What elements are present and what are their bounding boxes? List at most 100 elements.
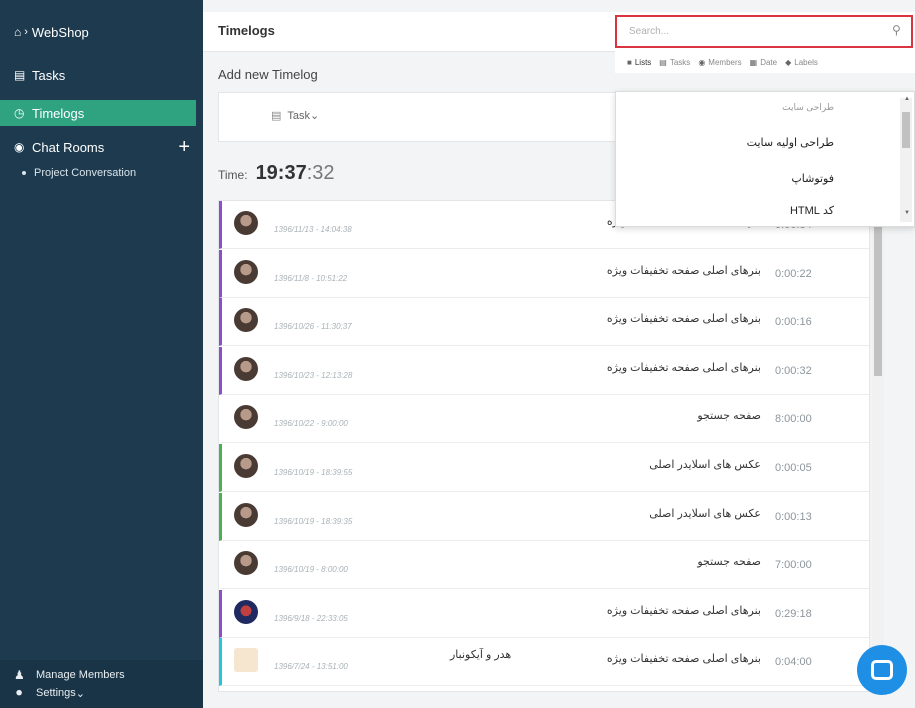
search-result-item[interactable]: کد HTML xyxy=(790,204,834,217)
search-input[interactable] xyxy=(615,15,913,48)
sidebar-item-timelogs[interactable]: ◷ Timelogs xyxy=(0,100,196,126)
project-name[interactable]: WebShop xyxy=(32,25,89,40)
table-row[interactable]: 1396/9/18 - 22:33:05 بنرهای اصلی صفحه تخف… xyxy=(219,589,869,638)
task-list-icon: ▤ xyxy=(271,110,282,122)
table-row[interactable]: 1396/7/24 - 13:51:00 هدر و آیکونبار بنرهای… xyxy=(219,638,869,687)
sidebar: ⌂ › WebShop ▤ Tasks ◷ Timelogs ◉ Chat Ro… xyxy=(0,0,203,708)
home-icon[interactable]: ⌂ xyxy=(14,25,21,39)
manage-members-label: Manage Members xyxy=(36,669,125,681)
lists-icon: ■ xyxy=(627,57,632,67)
users-icon: ♟ xyxy=(14,668,25,682)
filter-tasks[interactable]: ▤ Tasks xyxy=(659,58,690,67)
app-window: ⌂ › WebShop ▤ Tasks ◷ Timelogs ◉ Chat Ro… xyxy=(0,0,915,708)
timelog-task: صفحه جستجو xyxy=(697,410,761,423)
avatar xyxy=(234,502,258,527)
scroll-up-icon[interactable]: ▲ xyxy=(904,96,910,102)
timelog-date: 1396/9/18 - 22:33:05 xyxy=(274,613,348,623)
sidebar-item-label: Timelogs xyxy=(32,105,85,121)
sidebar-item-chat-rooms[interactable]: ◉ Chat Rooms + xyxy=(0,134,196,160)
search-result-item[interactable]: طراحی اولیه سایت xyxy=(747,136,834,149)
timelog-task: عکس های اسلایدر اصلی xyxy=(649,459,761,471)
timelog-date: 1396/10/19 - 18:39:55 xyxy=(274,468,353,477)
sidebar-subitem-project-conversation[interactable]: Project Conversation xyxy=(22,167,136,179)
settings-label: Settings xyxy=(36,687,76,699)
tag-icon: ◆ xyxy=(785,57,792,67)
scrollbar-thumb[interactable] xyxy=(874,220,882,376)
avatar xyxy=(234,648,258,673)
search-result-item[interactable]: طراحی سایت xyxy=(782,102,834,113)
table-row[interactable]: 1396/11/8 - 10:51:22 بنرهای اصلی صفحه تخف… xyxy=(219,249,869,298)
tasks-icon: ▤ xyxy=(659,57,667,67)
add-chat-room-button[interactable]: + xyxy=(178,134,190,160)
chevron-down-icon: ⌄ xyxy=(75,687,85,700)
page-title: Timelogs xyxy=(218,23,275,38)
timelog-date: 1396/11/8 - 10:51:22 xyxy=(274,273,348,283)
subitem-label: Project Conversation xyxy=(34,167,137,179)
sidebar-footer: ♟ Manage Members ⚫ Settings ⌄ xyxy=(0,660,203,708)
filter-label: Labels xyxy=(794,57,818,67)
chat-bubble-icon xyxy=(871,660,893,680)
tasks-icon: ▤ xyxy=(14,68,26,82)
chevron-down-icon: ⌄ xyxy=(310,110,320,122)
timelog-duration: 0:00:13 xyxy=(775,510,812,523)
timelog-date: 1396/10/22 - 9:00:00 xyxy=(274,419,348,429)
task-select-label: Task xyxy=(287,109,311,122)
timelog-duration: 0:04:00 xyxy=(775,656,812,669)
avatar xyxy=(234,259,258,284)
settings-menu[interactable]: ⚫ Settings ⌄ xyxy=(14,686,85,700)
dropdown-scrollbar[interactable] xyxy=(900,98,912,222)
calendar-icon: ▦ xyxy=(749,57,758,67)
avatar xyxy=(234,308,258,333)
add-timelog-title: Add new Timelog xyxy=(218,67,318,82)
breadcrumb[interactable]: ⌂ › WebShop xyxy=(0,14,203,50)
filter-lists[interactable]: ■ Lists xyxy=(627,58,651,67)
filter-date[interactable]: ▦ Date xyxy=(750,58,777,67)
task-select-dropdown[interactable]: ▤ Task ⌄ xyxy=(271,109,320,123)
table-row[interactable]: 1396/10/26 - 11:30:37 بنرهای اصلی صفحه تخ… xyxy=(219,298,869,347)
timelog-duration: 0:00:16 xyxy=(775,316,812,329)
timelog-task: بنرهای اصلی صفحه تخفیفات ویژه xyxy=(606,313,761,326)
timer-hours-minutes: 19:37 xyxy=(255,162,307,184)
avatar xyxy=(234,551,258,576)
search-icon[interactable]: ⚲ xyxy=(892,23,901,37)
table-row[interactable]: 1396/10/19 - 18:39:55 عکس های اسلایدر اصل… xyxy=(219,444,869,492)
timelog-date: 1396/7/24 - 13:51:00 xyxy=(274,662,348,672)
timelog-date: 1396/11/13 - 14:04:38 xyxy=(274,225,352,234)
timelog-duration: 0:00:05 xyxy=(775,462,812,474)
timelog-duration: 8:00:00 xyxy=(775,413,812,426)
table-row[interactable]: 1396/10/19 - 18:39:35 عکس های اسلایدر اصل… xyxy=(219,492,869,541)
table-row[interactable]: 1396/10/19 - 8:00:00 صفحه جستجو 7:00:00 xyxy=(219,541,869,590)
timelog-task: بنرهای اصلی صفحه تخفیفات ویژه xyxy=(606,361,761,374)
avatar xyxy=(234,599,258,624)
avatar xyxy=(234,211,258,235)
timelog-task: بنرهای اصلی صفحه تخفیفات ویژه xyxy=(606,264,761,277)
sidebar-item-tasks[interactable]: ▤ Tasks xyxy=(0,62,196,88)
clock-icon: ◷ xyxy=(14,106,25,120)
search-panel: ⚲ ■Lists ▤Tasks ◉Members ▦Date ◆Labels ط… xyxy=(615,15,915,227)
scroll-down-icon[interactable]: ▼ xyxy=(904,210,910,216)
search-filter-bar: ■ Lists ▤ Tasks ◉ Members ▦ Date ◆ Labels xyxy=(615,51,915,73)
timelog-label: هدر و آیکونبار xyxy=(450,649,512,662)
timelog-task: بنرهای اصلی صفحه تخفیفات ویژه xyxy=(606,604,761,617)
filter-members[interactable]: ◉ Members xyxy=(698,58,741,67)
sidebar-item-label: Chat Rooms xyxy=(32,139,105,155)
members-icon: ◉ xyxy=(698,57,706,67)
timelog-date: 1396/10/19 - 8:00:00 xyxy=(274,565,348,575)
filter-label: Lists xyxy=(634,57,652,67)
timelog-date: 1396/10/19 - 18:39:35 xyxy=(274,516,353,526)
table-row[interactable]: 1396/10/23 - 12:13:28 بنرهای اصلی صفحه تخ… xyxy=(219,346,869,395)
search-result-item[interactable]: فوتوشاپ xyxy=(791,172,834,185)
avatar xyxy=(234,356,258,381)
chat-icon: ◉ xyxy=(14,140,25,154)
table-row[interactable]: 1396/10/22 - 9:00:00 صفحه جستجو 8:00:00 xyxy=(219,395,869,444)
chat-launcher-button[interactable] xyxy=(857,645,907,695)
avatar xyxy=(234,454,258,478)
scrollbar-thumb[interactable] xyxy=(902,112,910,148)
avatar xyxy=(234,405,258,430)
key-icon: ⚫ xyxy=(14,686,25,700)
bullet-icon xyxy=(22,171,26,175)
timelog-scrollbar[interactable] xyxy=(872,202,884,690)
manage-members-link[interactable]: ♟ Manage Members xyxy=(14,668,125,682)
filter-labels[interactable]: ◆ Labels xyxy=(785,58,818,67)
timelog-task: صفحه جستجو xyxy=(697,556,761,569)
